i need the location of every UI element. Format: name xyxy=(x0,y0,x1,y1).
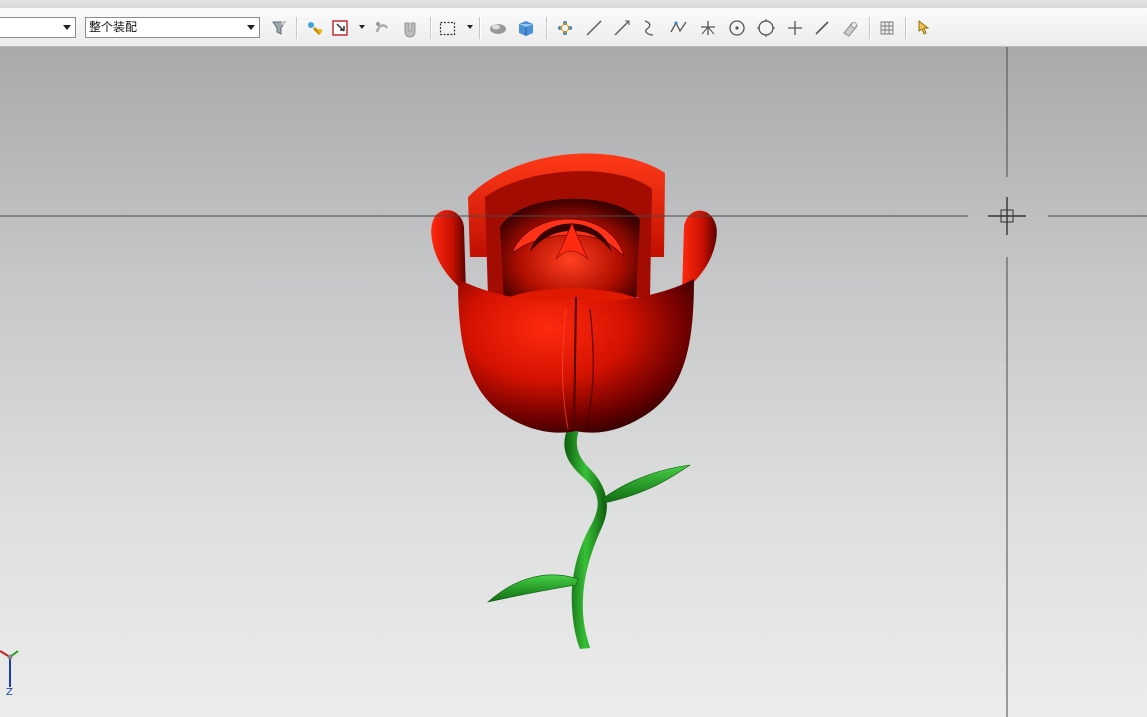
shaded-view-icon[interactable] xyxy=(488,18,508,38)
toolbar-separator xyxy=(430,17,431,39)
plus-icon[interactable] xyxy=(785,18,805,38)
line-arrow-icon[interactable] xyxy=(612,18,632,38)
point-plus-icon[interactable] xyxy=(698,18,718,38)
selection-toolbar: 整个装配 xyxy=(0,8,1147,47)
select-box-dropdown-arrow[interactable] xyxy=(359,25,365,29)
toolbar-separator xyxy=(296,17,297,39)
toolbar-separator xyxy=(479,17,480,39)
chevron-down-icon xyxy=(63,25,71,30)
select-box-icon[interactable] xyxy=(331,18,351,38)
filter-icon[interactable] xyxy=(269,18,289,38)
spline-icon[interactable] xyxy=(669,18,689,38)
cube-view-icon[interactable] xyxy=(516,18,536,38)
toolbar-separator xyxy=(869,17,870,39)
triad-z-axis-label: Z xyxy=(6,687,13,698)
toolbar-separator xyxy=(905,17,906,39)
graphics-viewport[interactable]: Z xyxy=(0,47,1147,717)
curve-icon[interactable] xyxy=(640,18,660,38)
grid-icon[interactable] xyxy=(877,18,897,38)
rectangle-select-dropdown-arrow[interactable] xyxy=(467,25,473,29)
diagonal-line-icon[interactable] xyxy=(812,18,832,38)
move-icon[interactable] xyxy=(372,18,392,38)
selection-filter-dropdown[interactable] xyxy=(0,17,76,38)
nodes-icon[interactable] xyxy=(555,18,575,38)
magnet-icon[interactable] xyxy=(400,18,420,38)
chevron-down-icon xyxy=(247,25,255,30)
rose-leaf-lower[interactable] xyxy=(486,574,579,603)
assembly-scope-dropdown[interactable]: 整个装配 xyxy=(85,17,260,38)
rose-leaf-upper[interactable] xyxy=(601,464,691,504)
line-icon[interactable] xyxy=(584,18,604,38)
rose-model[interactable] xyxy=(0,47,1147,717)
snap-point-icon[interactable] xyxy=(305,18,325,38)
coordinate-triad[interactable] xyxy=(0,650,19,687)
circle-icon[interactable] xyxy=(756,18,776,38)
assembly-scope-value: 整个装配 xyxy=(89,20,138,34)
rectangle-select-icon[interactable] xyxy=(438,18,458,38)
rose-side-petal-right[interactable] xyxy=(682,210,717,293)
circle-dot-icon[interactable] xyxy=(727,18,747,38)
toolbar-separator xyxy=(546,17,547,39)
pointer-icon[interactable] xyxy=(913,18,933,38)
measure-icon[interactable] xyxy=(840,18,860,38)
cad-window: 整个装配 Z xyxy=(0,0,1147,717)
rose-stem[interactable] xyxy=(564,427,607,649)
crosshair-cursor-icon xyxy=(988,197,1026,235)
